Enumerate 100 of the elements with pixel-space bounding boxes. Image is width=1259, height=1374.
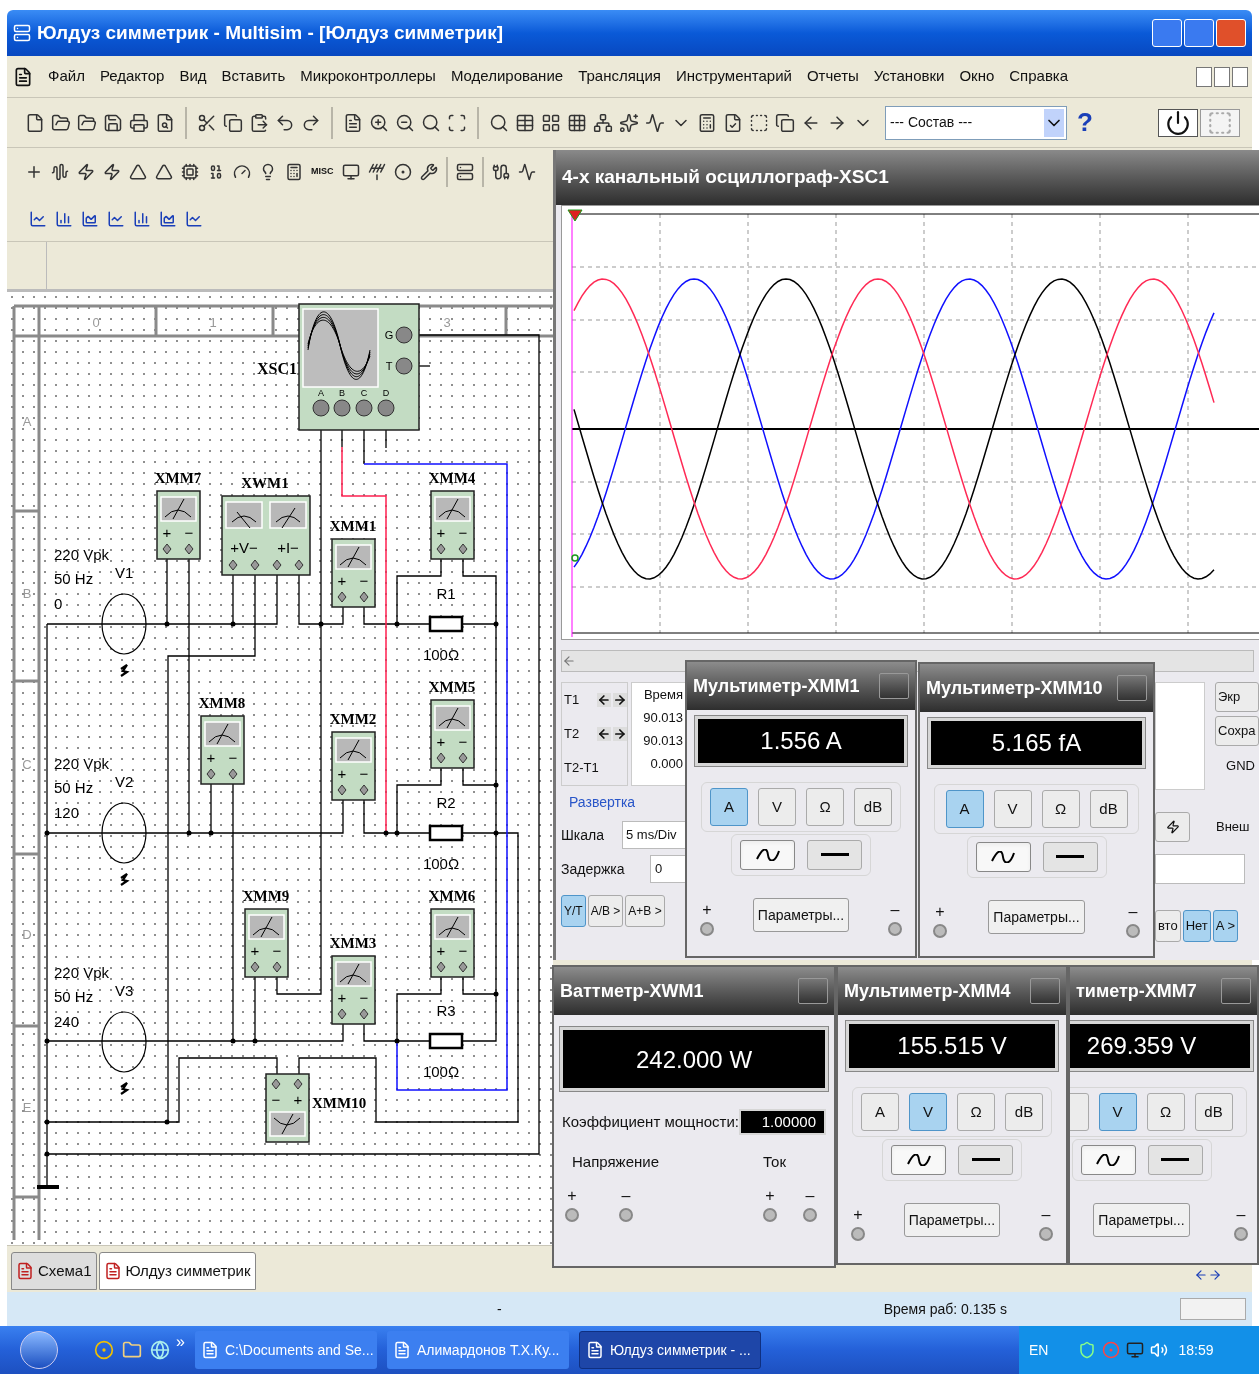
grid-icon[interactable] bbox=[567, 112, 587, 133]
menu-item[interactable]: Трансляция bbox=[578, 65, 661, 88]
terminal-jack[interactable] bbox=[888, 922, 902, 936]
tab-scroll-left-icon[interactable] bbox=[1194, 1268, 1208, 1282]
menu-item[interactable]: Вид bbox=[179, 65, 207, 88]
trigger-level-field[interactable] bbox=[1155, 854, 1245, 884]
dc-button[interactable] bbox=[807, 840, 862, 870]
cursor-right-icon[interactable] bbox=[613, 727, 627, 741]
document-tab[interactable]: Юлдуз симметрик bbox=[98, 1252, 256, 1290]
volume-icon[interactable] bbox=[1150, 1341, 1169, 1359]
display-mode-button[interactable]: A/B > bbox=[587, 895, 624, 927]
scroll-left-icon[interactable] bbox=[562, 654, 576, 668]
settings-button[interactable]: Параметры... bbox=[752, 898, 850, 932]
menu-item[interactable]: Редактор bbox=[99, 65, 165, 88]
terminal-jack[interactable] bbox=[763, 1207, 777, 1222]
save-icon[interactable] bbox=[103, 112, 123, 133]
terminal-jack[interactable] bbox=[851, 1227, 865, 1241]
terminal-jack[interactable] bbox=[700, 922, 714, 936]
terminal-jack[interactable] bbox=[565, 1207, 579, 1222]
activity-icon[interactable] bbox=[517, 163, 536, 181]
waveform-icon[interactable] bbox=[51, 163, 69, 181]
mode-button[interactable]: V bbox=[909, 1093, 947, 1131]
component-dropdown[interactable]: --- Состав --- bbox=[885, 105, 1067, 140]
ac-button[interactable] bbox=[740, 840, 795, 870]
menu-item[interactable]: Справка bbox=[1009, 65, 1069, 88]
zoom-in-icon[interactable] bbox=[369, 112, 389, 133]
document-tab[interactable]: Схема1 bbox=[11, 1252, 97, 1290]
zoom-out-icon[interactable] bbox=[395, 112, 415, 133]
scope-button[interactable]: Сохра bbox=[1215, 716, 1259, 746]
zoom-fit-icon[interactable] bbox=[447, 112, 467, 133]
chart-icon[interactable] bbox=[81, 209, 99, 228]
settings-button[interactable]: Параметры... bbox=[1093, 1203, 1190, 1237]
tab-scroll-right-icon[interactable] bbox=[1208, 1268, 1222, 1282]
plus-icon[interactable] bbox=[25, 163, 43, 181]
minimize-button[interactable] bbox=[1196, 66, 1212, 87]
taskbar-button[interactable]: C:\Documents and Se... bbox=[194, 1331, 377, 1369]
terminal-jack[interactable] bbox=[803, 1207, 817, 1222]
window-button[interactable] bbox=[1221, 978, 1251, 1004]
chart-icon[interactable] bbox=[55, 209, 73, 228]
quick-launch-icon[interactable] bbox=[122, 1340, 142, 1360]
mode-button[interactable]: V bbox=[1098, 1093, 1137, 1131]
dashed-square-icon[interactable] bbox=[749, 112, 769, 133]
terminal-jack[interactable] bbox=[1126, 924, 1140, 938]
mode-button[interactable]: V bbox=[993, 790, 1032, 828]
taskbar-button[interactable]: Алимардонов Т.Х.Ку... bbox=[386, 1331, 569, 1369]
display-mode-button[interactable]: Y/T bbox=[561, 895, 586, 927]
trigger-mode-button[interactable]: Нет bbox=[1182, 910, 1211, 942]
terminal-jack[interactable] bbox=[1039, 1227, 1053, 1241]
mode-button[interactable]: Ω bbox=[1041, 790, 1080, 828]
maximize-button[interactable] bbox=[1184, 19, 1214, 47]
terminal-jack[interactable] bbox=[933, 924, 947, 938]
circle-icon[interactable] bbox=[393, 163, 412, 181]
trigger-mode-button[interactable]: вто bbox=[1155, 910, 1181, 942]
mode-button[interactable]: dB bbox=[1194, 1093, 1233, 1131]
start-button[interactable] bbox=[20, 1331, 58, 1369]
help-button[interactable]: ? bbox=[1077, 103, 1093, 142]
cut-icon[interactable] bbox=[197, 112, 217, 133]
mode-button[interactable]: Ω bbox=[957, 1093, 995, 1131]
chart-icon[interactable] bbox=[185, 209, 203, 228]
cable-icon[interactable] bbox=[491, 163, 510, 181]
sparkle-icon[interactable] bbox=[619, 112, 639, 133]
menu-item[interactable]: Установки bbox=[873, 65, 945, 88]
cursor-left-icon[interactable] bbox=[597, 693, 612, 707]
table-icon[interactable] bbox=[515, 112, 535, 133]
print-preview-icon[interactable] bbox=[155, 112, 175, 133]
taskbar-button[interactable]: Юлдуз симметрик - ... bbox=[578, 1331, 761, 1369]
terminal-jack[interactable] bbox=[1234, 1227, 1248, 1241]
chart-icon[interactable] bbox=[133, 209, 151, 228]
scale-field[interactable]: 5 ms/Div bbox=[622, 821, 686, 849]
cursor-left-icon[interactable] bbox=[597, 727, 612, 741]
settings-button[interactable]: Параметры... bbox=[988, 900, 1085, 934]
gauge-icon[interactable] bbox=[233, 163, 251, 181]
monitor-icon[interactable] bbox=[341, 163, 360, 181]
tray-icon[interactable] bbox=[1078, 1341, 1097, 1359]
wrench-icon[interactable] bbox=[419, 163, 438, 181]
cursor-right-icon[interactable] bbox=[613, 693, 627, 707]
quick-launch-overflow[interactable]: » bbox=[176, 1330, 185, 1354]
dc-button[interactable] bbox=[1147, 1145, 1203, 1175]
print-icon[interactable] bbox=[129, 112, 149, 133]
chart-icon[interactable] bbox=[159, 209, 177, 228]
menu-item[interactable]: Инструментарий bbox=[675, 65, 792, 88]
edge-button[interactable] bbox=[1155, 812, 1190, 842]
menu-item[interactable]: Вставить bbox=[221, 65, 286, 88]
search-icon[interactable] bbox=[489, 112, 509, 133]
dc-button[interactable] bbox=[958, 1145, 1013, 1175]
settings-button[interactable]: Параметры... bbox=[903, 1203, 1001, 1237]
lightning-icon[interactable] bbox=[103, 163, 121, 181]
terminal-jack[interactable] bbox=[619, 1207, 633, 1222]
chart-icon[interactable] bbox=[29, 209, 47, 228]
run-switch-icon[interactable] bbox=[1158, 108, 1198, 137]
restore-button[interactable] bbox=[1214, 66, 1230, 87]
quick-launch-icon[interactable] bbox=[94, 1340, 114, 1360]
menu-item[interactable]: Микроконтроллеры bbox=[300, 65, 436, 88]
ac-button[interactable] bbox=[1080, 1145, 1136, 1175]
window-button[interactable] bbox=[879, 673, 909, 699]
mode-button[interactable]: A bbox=[861, 1093, 899, 1131]
mode-button[interactable]: V bbox=[758, 788, 796, 826]
menu-item[interactable]: Моделирование bbox=[450, 65, 564, 88]
pause-switch-icon[interactable] bbox=[1200, 108, 1240, 137]
display-mode-button[interactable]: A+B > bbox=[625, 895, 665, 927]
